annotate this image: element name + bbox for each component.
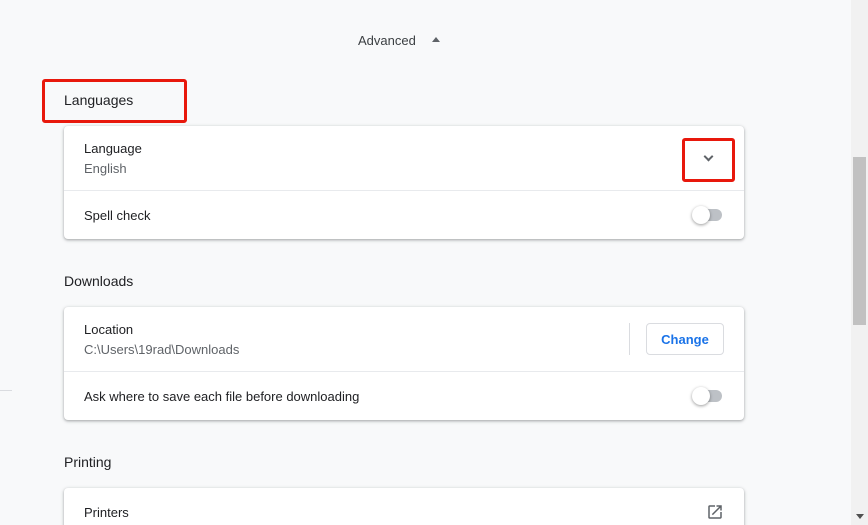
- downloads-card: Location C:\Users\19rad\Downloads Change…: [64, 307, 744, 420]
- left-divider: [0, 390, 12, 391]
- spellcheck-row: Spell check: [64, 190, 744, 239]
- language-row[interactable]: Language English: [64, 126, 744, 190]
- downloads-section-title: Downloads: [64, 273, 134, 289]
- scroll-down-arrow-icon[interactable]: [856, 514, 864, 519]
- language-value: English: [84, 160, 127, 176]
- language-label: Language: [84, 140, 142, 156]
- scrollbar-thumb[interactable]: [853, 157, 866, 325]
- printing-card: Printers: [64, 488, 744, 525]
- location-label: Location: [84, 321, 134, 337]
- spellcheck-toggle[interactable]: [692, 206, 724, 224]
- change-location-button[interactable]: Change: [646, 323, 724, 355]
- chevron-down-icon: [703, 151, 713, 161]
- advanced-label: Advanced: [358, 33, 416, 48]
- advanced-toggle[interactable]: Advanced: [358, 33, 440, 48]
- printing-section-title: Printing: [64, 454, 112, 470]
- languages-card: Language English Spell check: [64, 126, 744, 239]
- ask-save-toggle[interactable]: [692, 387, 724, 405]
- ask-save-label: Ask where to save each file before downl…: [84, 388, 360, 404]
- languages-section-title: Languages: [64, 92, 134, 108]
- location-row: Location C:\Users\19rad\Downloads Change: [64, 307, 744, 371]
- language-expand-button[interactable]: [686, 140, 730, 176]
- vertical-scrollbar[interactable]: [851, 0, 868, 525]
- ask-save-row: Ask where to save each file before downl…: [64, 371, 744, 420]
- open-in-new-icon[interactable]: [706, 503, 724, 521]
- triangle-up-icon: [431, 37, 440, 42]
- spellcheck-label: Spell check: [84, 207, 151, 223]
- location-separator: [629, 323, 630, 355]
- printers-row[interactable]: Printers: [64, 488, 744, 525]
- printers-label: Printers: [84, 504, 129, 520]
- location-value: C:\Users\19rad\Downloads: [84, 341, 240, 357]
